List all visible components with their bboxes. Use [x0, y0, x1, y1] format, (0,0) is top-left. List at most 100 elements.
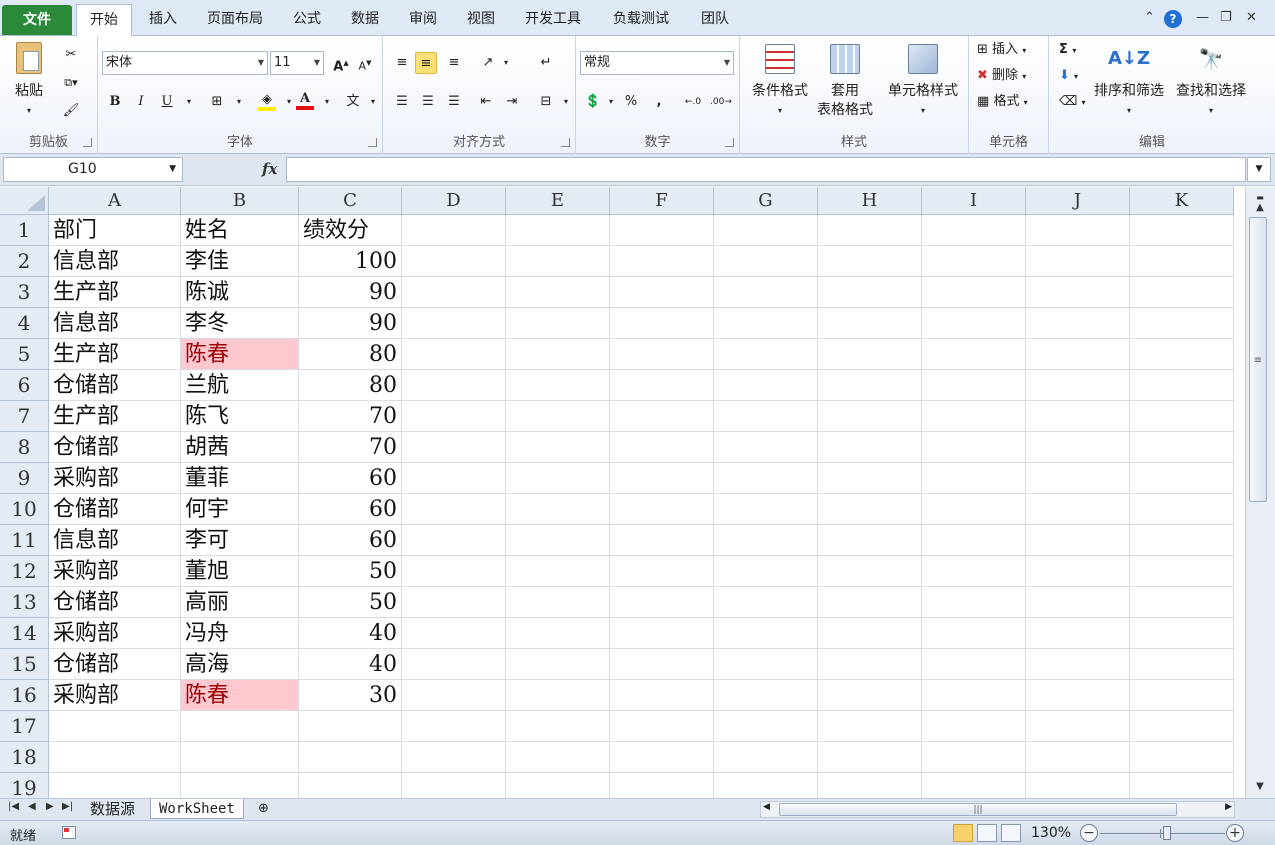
cell-d15[interactable] — [402, 649, 506, 680]
cell-a3[interactable]: 生产部 — [49, 277, 181, 308]
cell-f10[interactable] — [610, 494, 714, 525]
row-header-14[interactable]: 14 — [0, 618, 49, 649]
cell-a16[interactable]: 采购部 — [49, 680, 181, 711]
scroll-down-icon[interactable]: ▼ — [1250, 778, 1270, 796]
cell-g6[interactable] — [714, 370, 818, 401]
cell-b7[interactable]: 陈飞 — [181, 401, 299, 432]
cell-h3[interactable] — [818, 277, 922, 308]
cell-b3[interactable]: 陈诚 — [181, 277, 299, 308]
select-all-corner[interactable] — [0, 187, 49, 215]
cell-i7[interactable] — [922, 401, 1026, 432]
cell-g9[interactable] — [714, 463, 818, 494]
alignment-launcher-icon[interactable] — [561, 138, 570, 147]
cell-k11[interactable] — [1130, 525, 1234, 556]
minimize-window-icon[interactable]: — — [1196, 10, 1209, 25]
cell-b5[interactable]: 陈春 — [181, 339, 299, 370]
align-left-icon[interactable]: ☰ — [391, 91, 413, 113]
cell-k5[interactable] — [1130, 339, 1234, 370]
cell-styles-button[interactable]: 单元格样式 ▾ — [882, 44, 964, 120]
tab-team[interactable]: 团队 — [692, 4, 738, 35]
cell-c9[interactable]: 60 — [299, 463, 402, 494]
prev-sheet-icon[interactable]: ◀ — [28, 801, 36, 812]
font-color-dropdown-icon[interactable]: ▾ — [316, 91, 338, 113]
cell-d19[interactable] — [402, 773, 506, 798]
cell-f7[interactable] — [610, 401, 714, 432]
worksheet-grid[interactable]: A B C D E F G H I J K 1 部门 姓名 绩效分 2 信息部 李佳 100 3 生产部 陈诚 90 4 信息部… — [0, 187, 1245, 798]
cell-i8[interactable] — [922, 432, 1026, 463]
clear-button[interactable]: ⌫ ▾ — [1059, 92, 1086, 113]
cell-e12[interactable] — [506, 556, 610, 587]
scroll-up-icon[interactable]: ▲ — [1250, 199, 1270, 217]
zoom-out-icon[interactable]: − — [1080, 824, 1098, 842]
close-window-icon[interactable]: ✕ — [1246, 10, 1257, 25]
cell-f17[interactable] — [610, 711, 714, 742]
cell-h1[interactable] — [818, 215, 922, 246]
cell-j5[interactable] — [1026, 339, 1130, 370]
insert-sheet-icon[interactable]: ⊕ — [250, 799, 277, 819]
row-header-19[interactable]: 19 — [0, 773, 49, 798]
cell-d13[interactable] — [402, 587, 506, 618]
vertical-scrollbar[interactable]: ▬ ▲ ≡ ▼ — [1245, 187, 1275, 798]
cell-e15[interactable] — [506, 649, 610, 680]
cell-c16[interactable]: 30 — [299, 680, 402, 711]
decrease-decimal-icon[interactable]: .00→ — [710, 91, 732, 113]
cell-d8[interactable] — [402, 432, 506, 463]
cell-e18[interactable] — [506, 742, 610, 773]
cell-i5[interactable] — [922, 339, 1026, 370]
column-header-a[interactable]: A — [49, 187, 181, 215]
minimize-ribbon-icon[interactable]: ⌃ — [1144, 10, 1155, 25]
cell-i12[interactable] — [922, 556, 1026, 587]
cell-b19[interactable] — [181, 773, 299, 798]
column-header-i[interactable]: I — [922, 187, 1026, 215]
cell-i14[interactable] — [922, 618, 1026, 649]
column-header-h[interactable]: H — [818, 187, 922, 215]
expand-formula-bar-icon[interactable]: ▼ — [1247, 157, 1271, 182]
cell-b2[interactable]: 李佳 — [181, 246, 299, 277]
cell-i2[interactable] — [922, 246, 1026, 277]
cell-e9[interactable] — [506, 463, 610, 494]
grow-font-icon[interactable]: A▲ — [330, 52, 352, 74]
increase-decimal-icon[interactable]: ←.0 — [682, 91, 704, 113]
cell-b15[interactable]: 高海 — [181, 649, 299, 680]
cell-j2[interactable] — [1026, 246, 1130, 277]
cell-k1[interactable] — [1130, 215, 1234, 246]
cell-d5[interactable] — [402, 339, 506, 370]
cell-b10[interactable]: 何宇 — [181, 494, 299, 525]
cell-c8[interactable]: 70 — [299, 432, 402, 463]
number-format-select[interactable]: 常规 ▼ — [580, 51, 734, 75]
cut-icon[interactable]: ✂ — [60, 44, 82, 66]
sheet-tab-worksheet[interactable]: WorkSheet — [150, 799, 244, 819]
cell-j9[interactable] — [1026, 463, 1130, 494]
cell-k10[interactable] — [1130, 494, 1234, 525]
cell-c12[interactable]: 50 — [299, 556, 402, 587]
cell-h19[interactable] — [818, 773, 922, 798]
merge-center-icon[interactable]: ⊟ — [535, 91, 557, 113]
cell-a10[interactable]: 仓储部 — [49, 494, 181, 525]
font-name-select[interactable]: 宋体 ▼ — [102, 51, 268, 75]
align-top-icon[interactable]: ≡ — [391, 52, 413, 74]
copy-icon[interactable]: ⧉▾ — [60, 72, 82, 94]
next-sheet-icon[interactable]: ▶ — [46, 801, 54, 812]
cell-b12[interactable]: 董旭 — [181, 556, 299, 587]
cell-k18[interactable] — [1130, 742, 1234, 773]
cell-h13[interactable] — [818, 587, 922, 618]
align-center-icon[interactable]: ☰ — [417, 91, 439, 113]
cell-j14[interactable] — [1026, 618, 1130, 649]
tab-file[interactable]: 文件 — [2, 5, 72, 35]
column-header-k[interactable]: K — [1130, 187, 1234, 215]
percent-button[interactable]: % — [620, 91, 642, 113]
cell-g4[interactable] — [714, 308, 818, 339]
sheet-tab-data-source[interactable]: 数据源 — [82, 799, 143, 819]
cell-d17[interactable] — [402, 711, 506, 742]
cell-a15[interactable]: 仓储部 — [49, 649, 181, 680]
cell-g8[interactable] — [714, 432, 818, 463]
tab-data[interactable]: 数据 — [342, 4, 388, 35]
cell-b16[interactable]: 陈春 — [181, 680, 299, 711]
cell-f2[interactable] — [610, 246, 714, 277]
cell-h8[interactable] — [818, 432, 922, 463]
cell-h7[interactable] — [818, 401, 922, 432]
cell-i9[interactable] — [922, 463, 1026, 494]
cell-h4[interactable] — [818, 308, 922, 339]
row-header-18[interactable]: 18 — [0, 742, 49, 773]
comma-button[interactable]: , — [648, 91, 670, 113]
